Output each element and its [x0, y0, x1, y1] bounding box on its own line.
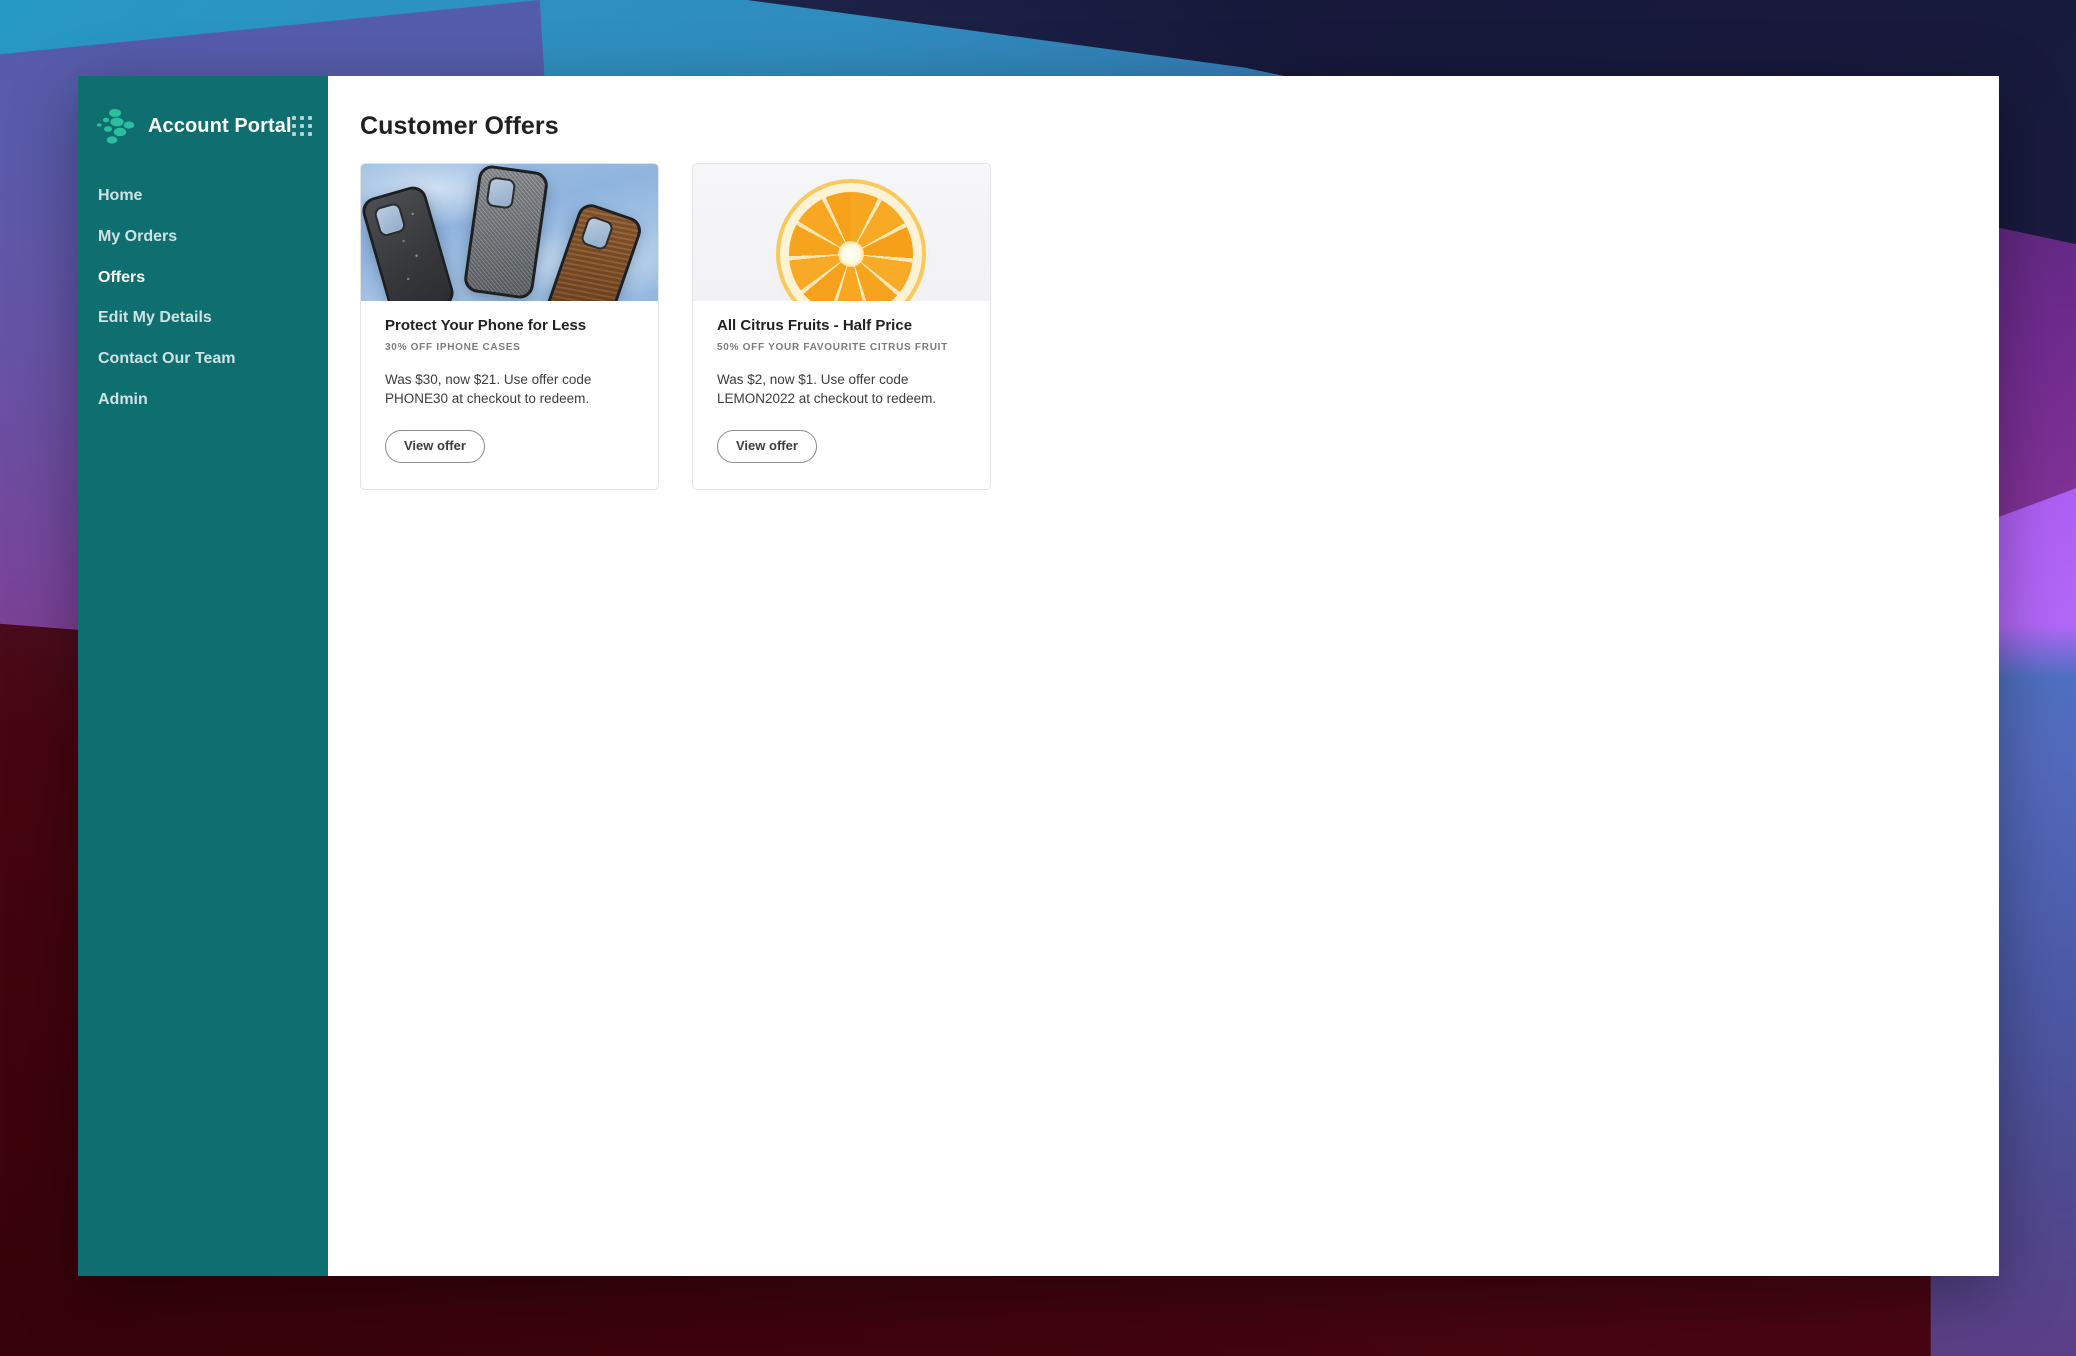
orange-core [838, 241, 864, 267]
sidebar-nav-list: Home My Orders Offers Edit My Details Contac… [78, 176, 328, 421]
offer-kicker: 30% OFF IPHONE CASES [385, 341, 521, 353]
offer-card[interactable]: All Citrus Fruits - Half Price 50% OFF Y… [692, 163, 991, 490]
view-offer-button[interactable]: View offer [385, 430, 485, 463]
view-offer-button[interactable]: View offer [717, 430, 817, 463]
sidebar-item-my-orders[interactable]: My Orders [78, 217, 328, 258]
sidebar-item-edit-my-details[interactable]: Edit My Details [78, 298, 328, 339]
sidebar-item-offers[interactable]: Offers [78, 258, 328, 299]
brand-title: Account Portal [148, 114, 292, 137]
offer-description: Was $2, now $1. Use offer code LEMON2022… [717, 371, 937, 406]
sidebar-item-contact-our-team[interactable]: Contact Our Team [78, 339, 328, 380]
main-content: Customer Offers Protect Your Phone for L… [328, 76, 1999, 1276]
brand-row: Account Portal [78, 76, 328, 148]
page-title: Customer Offers [360, 112, 559, 140]
offer-image-phone-cases [361, 164, 658, 301]
offer-description: Was $30, now $21. Use offer code PHONE30… [385, 371, 592, 406]
offer-card-body: Protect Your Phone for Less 30% OFF IPHO… [361, 301, 658, 489]
offer-image-orange-slice [693, 164, 990, 301]
offer-title: All Citrus Fruits - Half Price [717, 317, 913, 334]
offer-title: Protect Your Phone for Less [385, 317, 587, 334]
sidebar-item-admin[interactable]: Admin [78, 380, 328, 421]
offer-kicker: 50% OFF YOUR FAVOURITE CITRUS FRUIT [717, 341, 948, 353]
offer-card-grid: Protect Your Phone for Less 30% OFF IPHO… [360, 163, 1969, 490]
sidebar: Account Portal Home My Orders Offers Edit M… [78, 76, 328, 1276]
offer-card[interactable]: Protect Your Phone for Less 30% OFF IPHO… [360, 163, 659, 490]
dot-cluster-logo-icon [96, 109, 135, 144]
sidebar-item-home[interactable]: Home [78, 176, 328, 217]
browser-window: Account Portal Home My Orders Offers Edit M… [78, 76, 1999, 1276]
offer-card-body: All Citrus Fruits - Half Price 50% OFF Y… [693, 301, 990, 489]
grid-apps-icon[interactable] [291, 116, 312, 136]
